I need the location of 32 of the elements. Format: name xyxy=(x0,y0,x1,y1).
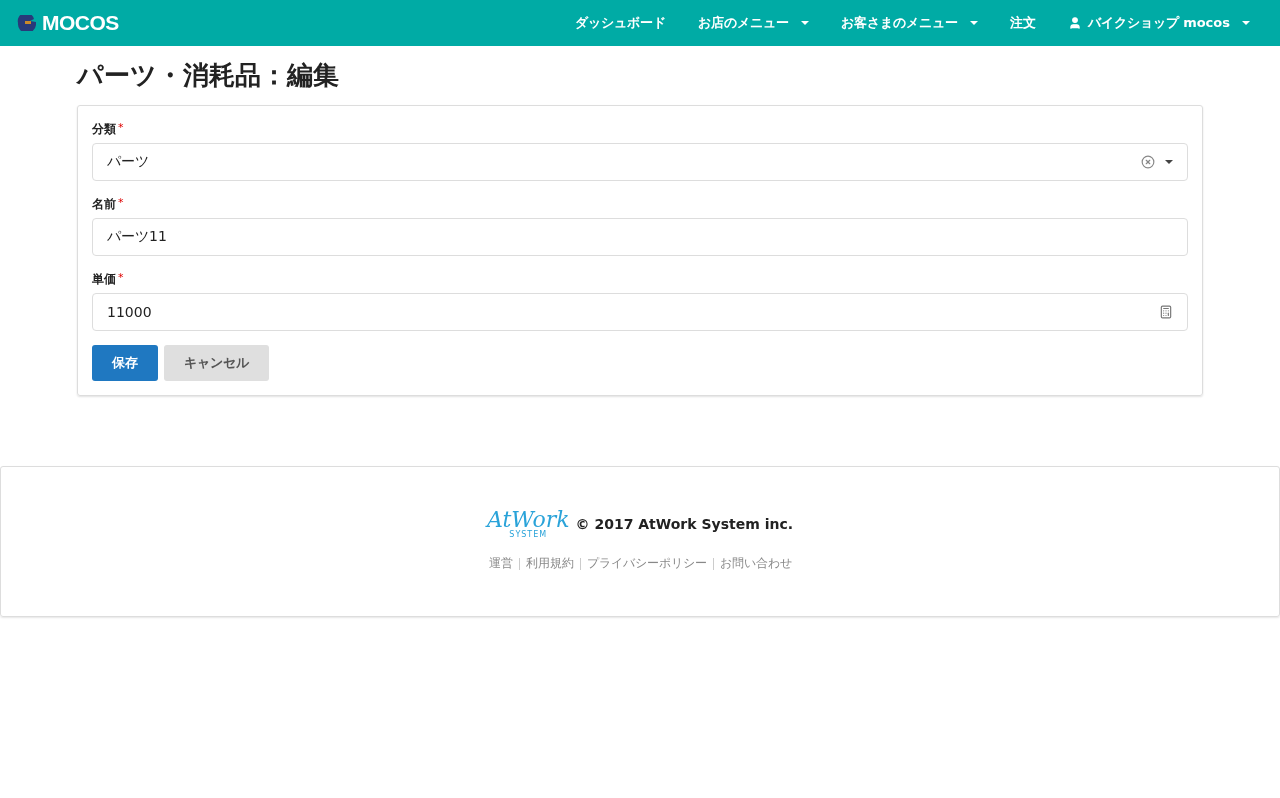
field-label: 単価 xyxy=(92,271,116,287)
footer-link[interactable]: お問い合わせ xyxy=(713,555,798,572)
nav-item[interactable]: お客さまのメニュー xyxy=(824,14,994,32)
required-mark: * xyxy=(118,196,124,209)
input-field[interactable]: パーツ11 xyxy=(92,218,1188,256)
footer-link[interactable]: 利用規約 xyxy=(519,555,580,572)
input-field[interactable]: 11000 xyxy=(92,293,1188,331)
page-title: パーツ・消耗品：編集 xyxy=(77,59,340,92)
copyright-text: © 2017 AtWork System inc. xyxy=(575,516,793,532)
select-field[interactable]: パーツ xyxy=(92,143,1188,181)
caret-icon xyxy=(800,21,809,25)
footer-link[interactable]: 運営 xyxy=(482,555,519,572)
footer-link[interactable]: プライバシーポリシー xyxy=(580,555,713,572)
save-button[interactable]: 保存 xyxy=(92,345,158,381)
nav-item[interactable]: バイクショップ mocos xyxy=(1051,14,1266,32)
company-logo: AtWork SYSTEM xyxy=(487,509,570,539)
nav-item[interactable]: 注文 xyxy=(993,14,1052,32)
field-label: 名前 xyxy=(92,196,116,212)
caret-icon xyxy=(1242,21,1250,25)
cancel-button[interactable]: キャンセル xyxy=(164,345,269,381)
helmet-icon xyxy=(16,15,38,31)
caret-icon xyxy=(969,21,978,25)
user-icon xyxy=(1067,16,1082,30)
brand-name[interactable]: MOCOS xyxy=(42,11,119,35)
required-mark: * xyxy=(118,271,124,284)
clear-icon[interactable] xyxy=(1141,155,1155,169)
nav-item[interactable]: お店のメニュー xyxy=(681,14,825,32)
nav-item[interactable]: ダッシュボード xyxy=(558,14,682,32)
calculator-icon[interactable] xyxy=(1159,305,1173,319)
caret-icon[interactable] xyxy=(1165,160,1173,164)
field-label: 分類 xyxy=(92,121,116,137)
required-mark: * xyxy=(118,121,124,134)
